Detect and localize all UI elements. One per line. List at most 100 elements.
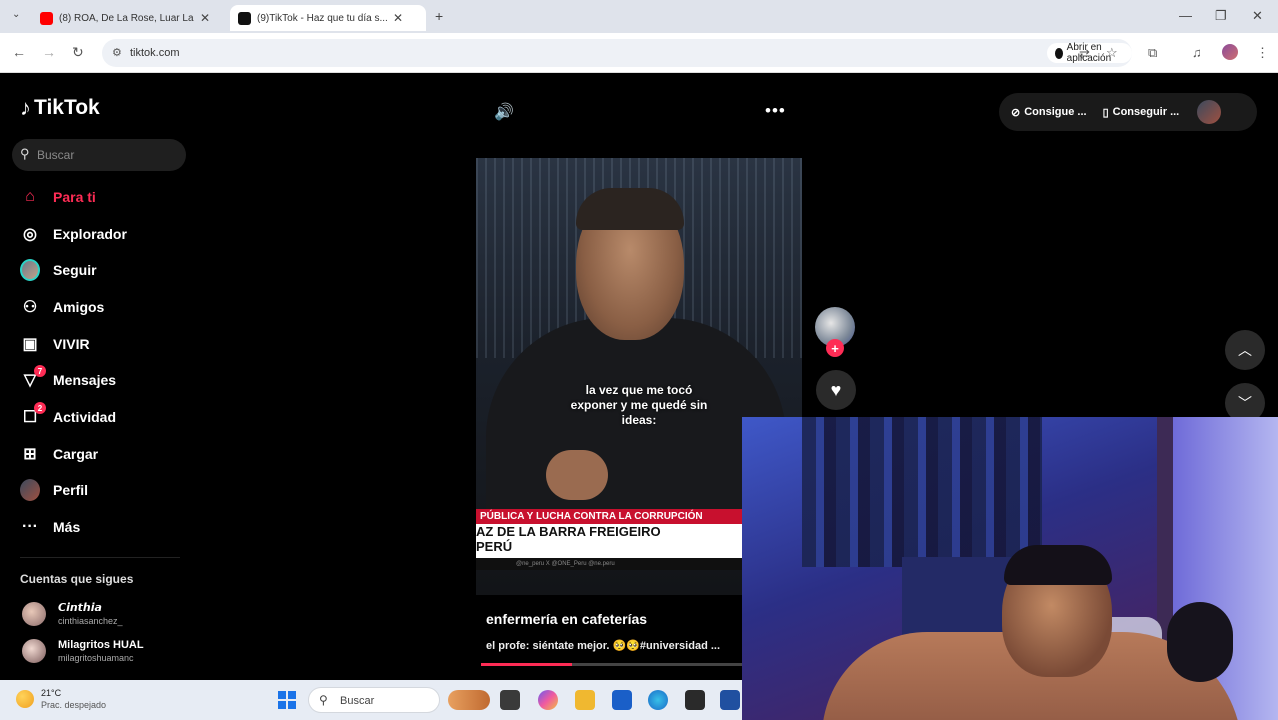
more-icon: ··· [22,518,38,535]
minimize-icon[interactable]: — [1179,8,1192,23]
tiktok-favicon-icon [238,11,251,25]
close-tab-icon[interactable]: ✕ [393,11,403,25]
video-title[interactable]: enfermería en cafeterías [486,611,647,627]
task-view-icon[interactable] [500,690,520,710]
search-placeholder: Buscar [37,148,75,162]
nav-label: Actividad [53,409,117,425]
nav-label: Explorador [53,226,127,242]
weather-condition: Prac. despejado [41,700,107,710]
weather-widget[interactable]: 21°C Prac. despejado [16,688,106,710]
nav-actividad[interactable]: ☐ 2 Actividad [20,402,117,430]
taskbar-search[interactable]: ⚲ Buscar [308,687,440,713]
tab-search-chevron-icon[interactable]: ⌄ [12,9,20,20]
account-handle: milagritoshuamanc [58,653,134,663]
volume-icon[interactable]: 🔊 [494,102,514,122]
webcam-overlay [742,417,1278,720]
tab-title: (8) ROA, De La Rose, Luar La L... [59,12,194,24]
media-controls-icon[interactable]: ♫ [1192,45,1202,60]
widgets-news-icon[interactable] [448,690,490,710]
previous-video-chevron-up-icon[interactable]: ︿ [1225,330,1265,370]
following-account[interactable]: 𝘾𝙞𝙣𝙩𝙝𝙞𝙖 cinthiasanchez_ [22,601,123,626]
microsoft-store-icon[interactable] [612,690,632,710]
following-account[interactable]: Milagritos HUAL milagritoshuamanc [22,639,144,663]
close-tab-icon[interactable]: ✕ [200,11,210,25]
get-app-button[interactable]: ▯ Conseguir ... [1103,106,1180,119]
nav-mensajes[interactable]: ▽ 7 Mensajes [20,365,117,393]
browser-toolbar: ← → ↻ ⚙ tiktok.com Abrir en aplicación ⇄… [0,33,1278,73]
sidebar-divider [20,557,180,558]
site-info-icon[interactable]: ⚙ [112,46,122,59]
taskbar-search-label: Buscar [340,695,375,707]
file-explorer-icon[interactable] [575,690,595,710]
windows-start-icon[interactable] [278,691,296,709]
weather-temperature: 21°C [41,688,62,698]
forward-icon[interactable]: → [42,44,56,60]
chrome-menu-icon[interactable]: ⋮ [1256,45,1269,61]
app-cube-icon[interactable] [685,690,705,710]
more-options-icon[interactable]: ••• [765,101,786,121]
restore-icon[interactable]: ❐ [1215,8,1227,24]
search-input[interactable]: ⚲ Buscar [12,139,186,171]
translate-icon[interactable]: ⇄ [1079,46,1090,62]
nav-label: Para ti [53,189,96,205]
new-tab-button[interactable]: + [435,8,443,24]
nav-mas[interactable]: ··· Más [20,514,80,540]
browser-tab-bar: ⌄ (8) ROA, De La Rose, Luar La L... ✕ (9… [0,0,1278,33]
nav-label: Seguir [53,262,97,278]
tiktok-small-icon [1055,47,1063,59]
webcam-person-hair [1004,545,1112,585]
home-icon: ⌂ [25,188,35,205]
nav-label: Mensajes [53,372,117,388]
address-bar[interactable]: ⚙ tiktok.com Abrir en aplicación ⇄ ☆ [102,39,1132,67]
video-description[interactable]: el profe: siéntate mejor. 🥺🥺#universidad… [486,639,736,652]
url-text: tiktok.com [130,47,180,59]
windows-taskbar: 21°C Prac. despejado ⚲ Buscar [0,680,742,720]
search-icon: ⚲ [319,693,328,707]
webcam-microphone [1167,602,1233,682]
profile-avatar-icon[interactable] [1222,44,1238,60]
coins-icon: ⊘ [1011,106,1021,119]
account-name: 𝘾𝙞𝙣𝙩𝙝𝙞𝙖 [58,602,102,614]
profile-avatar-icon [20,479,40,501]
close-window-icon[interactable]: ✕ [1252,8,1263,24]
extensions-icon[interactable]: ⧉ [1148,45,1157,61]
nav-perfil[interactable]: Perfil [20,477,88,503]
webcam-clothes-rack [802,417,1042,567]
video-progress-bar[interactable] [481,663,742,666]
like-heart-icon[interactable]: ♥ [816,370,856,410]
top-right-actions: ⊘ Consigue ... ▯ Conseguir ... [999,93,1257,131]
browser-tab-youtube[interactable]: (8) ROA, De La Rose, Luar La L... ✕ [32,5,228,31]
back-icon[interactable]: ← [12,44,26,60]
upload-icon: ⊞ [23,446,37,463]
user-avatar[interactable] [1197,100,1222,124]
tiktok-note-icon: ♪ [20,95,31,120]
tab-title: (9)TikTok - Haz que tu día s... [257,12,387,24]
account-name: Milagritos HUAL [58,639,144,651]
get-coins-button[interactable]: ⊘ Consigue ... [1011,106,1087,119]
copilot-icon[interactable] [538,690,558,710]
nav-vivir[interactable]: ▣ VIVIR [20,331,90,357]
live-tv-icon: ▣ [22,336,38,353]
activity-badge: 2 [34,402,46,414]
nav-amigos[interactable]: ⚇ Amigos [20,294,105,320]
following-heading: Cuentas que sigues [20,572,134,586]
nav-label: Perfil [53,482,89,498]
nav-seguir[interactable]: Seguir [20,257,97,283]
account-handle: cinthiasanchez_ [58,616,123,626]
bookmark-star-icon[interactable]: ☆ [1106,45,1118,61]
browser-tab-tiktok[interactable]: (9)TikTok - Haz que tu día s... ✕ [230,5,426,31]
video-person-hand [546,450,608,500]
nav-label: Cargar [53,446,99,462]
nav-para-ti[interactable]: ⌂ Para ti [20,184,96,210]
tiktok-logo[interactable]: ♪ TikTok [20,95,100,121]
app-icon[interactable] [720,690,740,710]
follow-plus-icon[interactable]: + [826,339,844,357]
get-coins-label: Consigue ... [1024,106,1087,118]
edge-browser-icon[interactable] [648,690,668,710]
reload-icon[interactable]: ↻ [72,44,84,61]
video-progress-fill [481,663,573,666]
nav-label: Amigos [53,299,105,315]
nav-label: VIVIR [53,336,90,352]
nav-explorador[interactable]: ◎ Explorador [20,221,127,247]
nav-cargar[interactable]: ⊞ Cargar [20,441,98,467]
